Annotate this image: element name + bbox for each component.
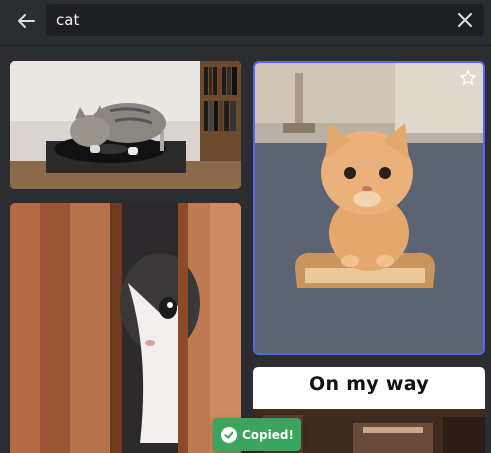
check-circle-icon [221, 426, 237, 443]
toast-message: Copied! [242, 427, 294, 442]
gif-result-dj-cat[interactable] [10, 61, 241, 189]
gif-result-peeking-cat[interactable] [10, 203, 241, 453]
copied-toast: Copied! [213, 418, 301, 451]
gif-result-bread-kitten[interactable] [253, 61, 485, 355]
back-button[interactable] [12, 9, 40, 33]
gif-image [10, 61, 241, 189]
gif-image [10, 203, 241, 453]
favorite-button[interactable] [459, 69, 477, 87]
star-outline-icon [460, 70, 476, 85]
search-header [0, 0, 491, 46]
clear-search-button[interactable] [456, 11, 474, 29]
close-icon [458, 13, 472, 27]
search-field [46, 4, 484, 36]
gif-image [255, 63, 483, 353]
search-input[interactable] [46, 4, 446, 36]
arrow-left-icon [18, 14, 35, 28]
